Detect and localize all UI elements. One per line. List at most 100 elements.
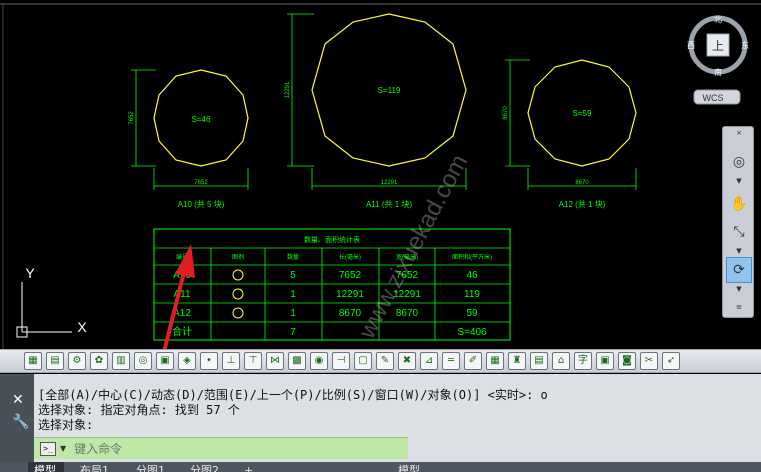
table-cell: 8670 xyxy=(396,308,419,319)
table-cell: 119 xyxy=(464,289,480,300)
delete-icon[interactable]: ✖ xyxy=(398,352,416,370)
history-line: [全部(A)/中心(C)/动态(D)/范围(E)/上一个(P)/比例(S)/窗口… xyxy=(38,388,548,402)
close-icon[interactable]: ✕ xyxy=(12,392,24,408)
layout-tab-bar: 模型 布局1 分图1 分图2 + 模型 xyxy=(0,462,761,472)
a12-caption: A12 (共 1 块) xyxy=(559,199,606,209)
region-icon[interactable]: ◈ xyxy=(178,352,196,370)
wcs-label: WCS xyxy=(703,93,724,103)
figure-a12: S=59 8670 8670 A12 (共 1 块) xyxy=(503,59,637,209)
chevron-down-icon[interactable]: ▼ xyxy=(726,177,752,185)
a12-height-dim: 8670 xyxy=(503,106,509,120)
save-icon[interactable]: ▤ xyxy=(46,352,64,370)
select-icon[interactable]: ▢ xyxy=(354,352,372,370)
command-history: [全部(A)/中心(C)/动态(D)/范围(E)/上一个(P)/比例(S)/窗口… xyxy=(38,388,758,433)
table-header-cell: 面积和(平方米) xyxy=(452,253,492,261)
table-cell: 12291 xyxy=(336,289,364,300)
viewcube-face: 上 xyxy=(712,39,724,53)
drawing-svg: S=46 7652 7652 A10 (共 5 块) S=119 12291 1… xyxy=(0,3,761,350)
a11-width-dim: 12291 xyxy=(381,180,398,186)
table-header-cell: 数量 xyxy=(287,253,299,261)
point-icon[interactable]: • xyxy=(200,352,218,370)
steering-wheel-icon[interactable]: ◎ xyxy=(726,149,752,175)
table-cell: 8670 xyxy=(339,308,362,319)
layout-icon[interactable]: ▦ xyxy=(24,352,42,370)
legend-circle-a12 xyxy=(232,307,244,319)
navbar-close-icon[interactable]: × xyxy=(726,129,752,137)
table-cell: S=406 xyxy=(457,327,487,338)
command-input-bar[interactable]: >_ ▼ xyxy=(34,437,408,459)
pencil-icon[interactable]: ✎ xyxy=(376,352,394,370)
viewcube-east: 东 xyxy=(741,40,749,50)
calc-icon[interactable]: ▣ xyxy=(596,352,614,370)
tool-strip: ▦ ▤ ⚙ ✿ ▥ ◎ ▣ ◈ • ⊥ ⊤ ⋈ ▩ ◉ ⊣ ▢ ✎ ✖ ⊿ ═ ✐ ▦ ♜ ▤ ⌂ 字 ▣ ◙ ✂ ➶ xyxy=(0,349,761,373)
table-cell: 合计 xyxy=(172,325,192,338)
command-line-window: ✕ 🔧 [全部(A)/中心(C)/动态(D)/范围(E)/上一个(P)/比例(S… xyxy=(0,374,761,462)
text-icon[interactable]: 字 xyxy=(574,352,592,370)
chevron-down-icon[interactable]: ▼ xyxy=(60,444,66,453)
viewcube[interactable]: 上 北 南 西 东 WCS xyxy=(683,10,759,110)
view-icon[interactable]: ⌂ xyxy=(552,352,570,370)
measure-icon[interactable]: ⊣ xyxy=(332,352,350,370)
node-icon[interactable]: ◉ xyxy=(310,352,328,370)
gear-icon[interactable]: ✿ xyxy=(90,352,108,370)
zoom-extents-icon[interactable]: ⤡ xyxy=(726,219,752,245)
ucs-y-label: Y xyxy=(25,265,35,281)
tab-model[interactable]: 模型 xyxy=(28,462,64,472)
tab-fentu2[interactable]: 分图2 xyxy=(184,462,230,472)
table-title: 数量、面积统计表 xyxy=(304,235,360,244)
table-cell: 46 xyxy=(466,270,478,281)
dim-icon[interactable]: ⊥ xyxy=(222,352,240,370)
legend-circle-a10 xyxy=(232,269,244,281)
camera-icon[interactable]: ◙ xyxy=(618,352,636,370)
table-cell: 1 xyxy=(290,289,296,300)
command-line-handle: ✕ 🔧 xyxy=(0,374,34,462)
table-cell: 7 xyxy=(290,327,296,338)
edit-icon[interactable]: ✐ xyxy=(464,352,482,370)
table-cell: 7652 xyxy=(339,270,362,281)
chevron-down-icon[interactable]: ▼ xyxy=(726,247,752,255)
orbit-icon[interactable]: ⟳ xyxy=(726,257,752,283)
navbar-menu-icon[interactable]: ≡ xyxy=(726,303,752,311)
viewcube-north: 北 xyxy=(714,15,722,24)
statusbar-model-label[interactable]: 模型 xyxy=(392,462,428,472)
chevron-down-icon[interactable]: ▼ xyxy=(726,285,752,293)
table-icon[interactable]: ▤ xyxy=(530,352,548,370)
drawing-canvas[interactable]: S=46 7652 7652 A10 (共 5 块) S=119 12291 1… xyxy=(0,0,761,350)
a11-height-dim: 12291 xyxy=(285,81,291,98)
tab-fentu1[interactable]: 分图1 xyxy=(130,462,176,472)
table-cell: 1 xyxy=(290,308,296,319)
grid-icon[interactable]: ▦ xyxy=(486,352,504,370)
table-cell: 5 xyxy=(290,270,296,281)
wrench-icon[interactable]: 🔧 xyxy=(12,414,29,430)
block-icon[interactable]: ▣ xyxy=(156,352,174,370)
a12-area-text: S=59 xyxy=(573,109,592,118)
a11-caption: A11 (共 1 块) xyxy=(366,199,412,209)
table-header-cell: 长(毫米) xyxy=(339,253,361,261)
arrow-icon[interactable]: ➶ xyxy=(662,352,680,370)
tree-icon[interactable]: ♜ xyxy=(508,352,526,370)
command-input[interactable] xyxy=(74,441,375,456)
viewcube-west: 西 xyxy=(687,41,695,50)
a10-area-text: S=46 xyxy=(192,115,211,124)
a12-width-dim: 8670 xyxy=(575,180,589,186)
command-prompt-icon[interactable]: >_ xyxy=(40,441,56,456)
history-line: 选择对象: xyxy=(38,418,94,432)
ucs-x-label: X xyxy=(77,319,87,335)
plot-icon[interactable]: ▥ xyxy=(112,352,130,370)
mirror-icon[interactable]: ⋈ xyxy=(266,352,284,370)
hatch-icon[interactable]: ▩ xyxy=(288,352,306,370)
table-header-cell: 图例 xyxy=(232,253,244,261)
line-icon[interactable]: ═ xyxy=(442,352,460,370)
circle-tool-icon[interactable]: ◎ xyxy=(134,352,152,370)
a10-width-dim: 7652 xyxy=(194,180,208,186)
tool-icon[interactable]: ✂ xyxy=(640,352,658,370)
table-cell: 59 xyxy=(466,308,478,319)
ruler-icon[interactable]: ⊿ xyxy=(420,352,438,370)
add-tab-button[interactable]: + xyxy=(238,462,254,472)
tab-layout1[interactable]: 布局1 xyxy=(74,462,120,472)
history-line: 选择对象: 指定对角点: 找到 57 个 xyxy=(38,403,240,417)
a11-area-text: S=119 xyxy=(378,86,401,95)
dim2-icon[interactable]: ⊤ xyxy=(244,352,262,370)
settings-icon[interactable]: ⚙ xyxy=(68,352,86,370)
pan-hand-icon[interactable]: ✋ xyxy=(726,191,752,217)
